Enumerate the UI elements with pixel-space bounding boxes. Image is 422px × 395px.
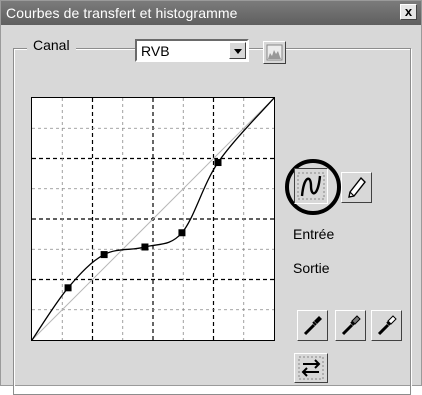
curve-control-point[interactable] xyxy=(64,284,72,292)
input-label: Entrée xyxy=(293,226,335,242)
eyedropper-white-icon xyxy=(377,315,397,336)
curve-graph[interactable] xyxy=(31,97,275,341)
output-label: Sortie xyxy=(293,260,330,276)
black-point-button[interactable] xyxy=(297,310,328,341)
pencil-icon xyxy=(348,176,366,198)
close-button[interactable]: x xyxy=(400,4,417,20)
eyedropper-black-icon xyxy=(303,316,322,336)
pencil-tool-button[interactable] xyxy=(341,172,372,203)
curve-tool-icon xyxy=(297,172,325,200)
histogram-icon xyxy=(266,44,283,61)
chevron-down-icon[interactable] xyxy=(229,42,246,59)
close-icon: x xyxy=(404,4,413,19)
title-bar[interactable]: Courbes de transfert et histogramme x xyxy=(1,1,421,25)
curve-control-point[interactable] xyxy=(141,243,149,251)
channel-select[interactable]: RVB xyxy=(135,39,249,62)
gray-point-button[interactable] xyxy=(335,310,366,341)
curve-control-point[interactable] xyxy=(100,251,108,259)
eyedropper-gray-icon xyxy=(341,315,361,336)
channel-select-value: RVB xyxy=(141,43,170,59)
histogram-button[interactable] xyxy=(263,41,286,64)
curve-graph-canvas[interactable] xyxy=(31,97,275,341)
window-title: Courbes de transfert et histogramme xyxy=(6,5,238,21)
swap-button[interactable] xyxy=(294,353,328,383)
curves-dialog: Courbes de transfert et histogramme x Ca… xyxy=(0,0,422,395)
curve-control-point[interactable] xyxy=(214,159,222,167)
curve-control-point[interactable] xyxy=(178,229,186,237)
channel-label: Canal xyxy=(27,37,76,53)
swap-icon xyxy=(298,356,324,380)
curve-tool-button[interactable] xyxy=(294,168,328,204)
white-point-button[interactable] xyxy=(371,310,402,341)
